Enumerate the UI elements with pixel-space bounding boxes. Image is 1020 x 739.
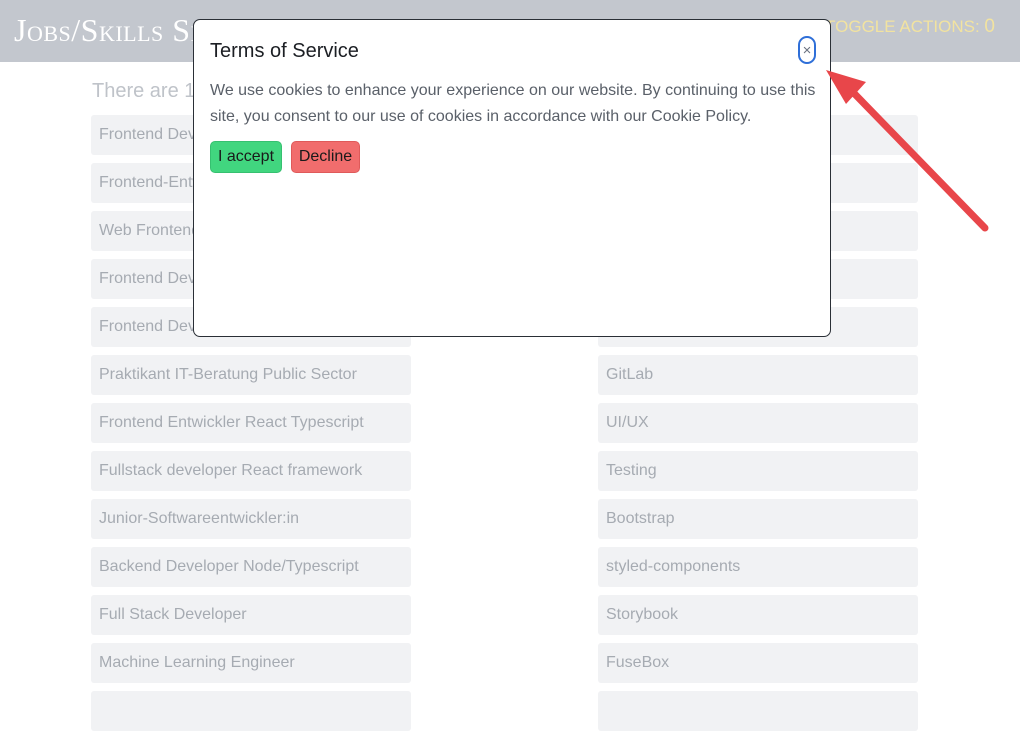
terms-of-service-modal: Terms of Service × We use cookies to enh… (193, 19, 831, 337)
jobs-count-text: There are 14 (92, 80, 207, 102)
skill-item[interactable]: GitLab (598, 355, 918, 395)
skill-item[interactable] (598, 691, 918, 731)
job-item[interactable]: Frontend Entwickler React Typescript (91, 403, 411, 443)
job-item[interactable]: Backend Developer Node/Typescript (91, 547, 411, 587)
close-button[interactable]: × (798, 36, 816, 64)
job-item[interactable]: Praktikant IT-Beratung Public Sector (91, 355, 411, 395)
skill-item[interactable]: Testing (598, 451, 918, 491)
job-item[interactable]: Full Stack Developer (91, 595, 411, 635)
toggle-actions-count: 0 (984, 16, 995, 37)
accept-button[interactable]: I accept (210, 141, 282, 173)
job-item[interactable]: Junior-Softwareentwickler:in (91, 499, 411, 539)
modal-body-text: We use cookies to enhance your experienc… (210, 82, 816, 125)
decline-button[interactable]: Decline (291, 141, 360, 173)
skill-item[interactable]: Bootstrap (598, 499, 918, 539)
modal-title: Terms of Service (210, 40, 359, 62)
close-icon: × (802, 41, 812, 59)
toggle-actions[interactable]: TOGGLE ACTIONS: 0 (825, 16, 995, 38)
job-item[interactable]: Fullstack developer React framework (91, 451, 411, 491)
job-item[interactable]: Machine Learning Engineer (91, 643, 411, 683)
skill-item[interactable]: styled-components (598, 547, 918, 587)
skill-item[interactable]: UI/UX (598, 403, 918, 443)
skill-item[interactable]: Storybook (598, 595, 918, 635)
skill-item[interactable]: FuseBox (598, 643, 918, 683)
toggle-actions-label: TOGGLE ACTIONS: (825, 17, 980, 36)
job-item[interactable] (91, 691, 411, 731)
